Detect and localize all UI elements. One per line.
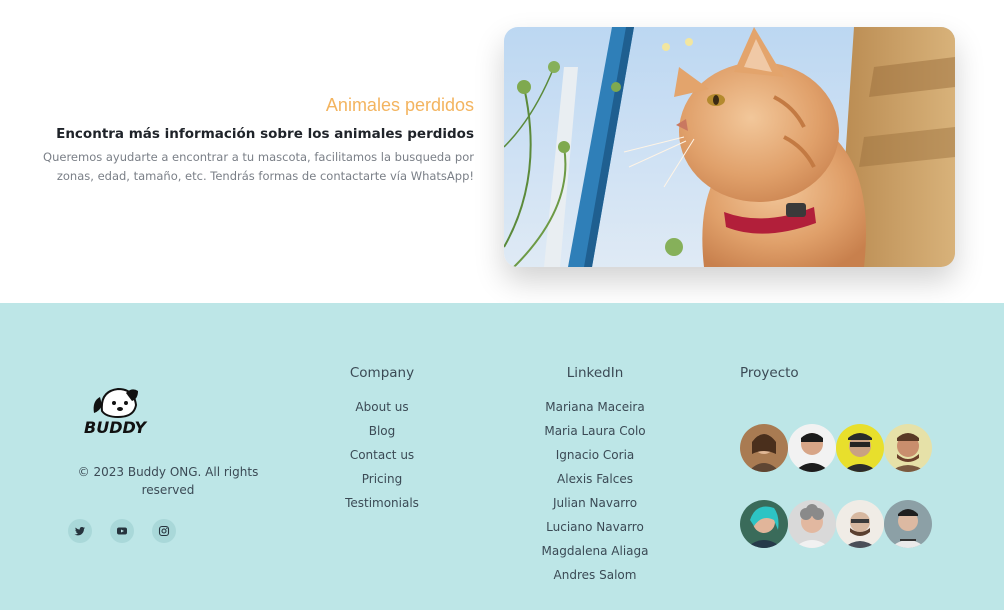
footer-link-testimonials[interactable]: Testimonials [322, 491, 442, 515]
lost-animals-section: Animales perdidos Encontra más informaci… [0, 0, 1004, 303]
svg-text:BUDDY: BUDDY [84, 418, 148, 435]
footer-link-pricing[interactable]: Pricing [322, 467, 442, 491]
linkedin-link[interactable]: Andres Salom [530, 563, 660, 587]
avatar[interactable] [740, 424, 788, 472]
linkedin-link[interactable]: Julian Navarro [530, 491, 660, 515]
section-title: Animales perdidos [325, 95, 474, 115]
youtube-icon[interactable] [110, 519, 134, 543]
cat-photo [504, 27, 955, 267]
company-column: Company About us Blog Contact us Pricing… [322, 365, 442, 515]
company-heading: Company [349, 365, 415, 381]
proyecto-heading: Proyecto [740, 365, 799, 381]
linkedin-heading: LinkedIn [566, 365, 624, 381]
buddy-logo[interactable]: BUDDY [82, 383, 154, 437]
avatar[interactable] [836, 500, 884, 548]
footer-brand: BUDDY © 2023 Buddy ONG. All rights reser… [68, 383, 268, 499]
team-avatars-row-1 [740, 424, 932, 472]
section-subtitle: Encontra más información sobre los anima… [56, 126, 474, 142]
linkedin-link[interactable]: Mariana Maceira [530, 395, 660, 419]
linkedin-link[interactable]: Luciano Navarro [530, 515, 660, 539]
avatar[interactable] [788, 424, 836, 472]
avatar[interactable] [740, 500, 788, 548]
twitter-icon[interactable] [68, 519, 92, 543]
avatar[interactable] [836, 424, 884, 472]
section-description: Queremos ayudarte a encontrar a tu masco… [43, 150, 474, 183]
avatar[interactable] [788, 500, 836, 548]
linkedin-column: LinkedIn Mariana Maceira Maria Laura Col… [530, 365, 660, 587]
linkedin-link[interactable]: Maria Laura Colo [530, 419, 660, 443]
linkedin-link[interactable]: Magdalena Aliaga [530, 539, 660, 563]
footer-link-about[interactable]: About us [322, 395, 442, 419]
copyright-text: © 2023 Buddy ONG. All rights reserved [77, 465, 259, 497]
site-footer: BUDDY © 2023 Buddy ONG. All rights reser… [0, 303, 1004, 610]
footer-link-contact[interactable]: Contact us [322, 443, 442, 467]
avatar[interactable] [884, 424, 932, 472]
lost-animals-text: Animales perdidos Encontra más informaci… [14, 95, 474, 186]
linkedin-link[interactable]: Alexis Falces [530, 467, 660, 491]
linkedin-link[interactable]: Ignacio Coria [530, 443, 660, 467]
social-links [68, 519, 176, 543]
avatar[interactable] [884, 500, 932, 548]
instagram-icon[interactable] [152, 519, 176, 543]
team-avatars-row-2 [740, 500, 932, 548]
proyecto-column: Proyecto [740, 365, 799, 395]
footer-link-blog[interactable]: Blog [322, 419, 442, 443]
